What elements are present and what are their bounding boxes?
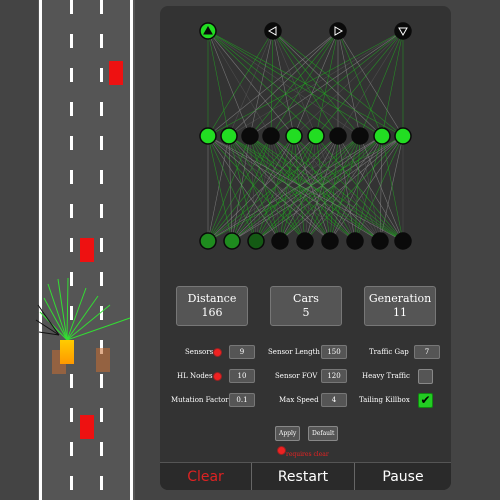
hidden-node — [329, 127, 347, 145]
hidden-node — [199, 127, 217, 145]
hidden-node — [241, 127, 259, 145]
network-connection — [207, 30, 383, 137]
network-connection — [293, 30, 404, 137]
bottom-toolbar: Clear Restart Pause — [160, 462, 451, 490]
distance-label: Distance — [187, 292, 237, 305]
traffic-gap-input[interactable]: 7 — [414, 345, 440, 359]
mutation-factor-input[interactable]: 0.1 — [229, 393, 255, 407]
network-connection — [315, 30, 339, 137]
sensors-input[interactable]: 9 — [229, 345, 255, 359]
tailing-killbox-label: Tailing Killbox — [359, 396, 410, 404]
hidden-node — [307, 127, 325, 145]
network-connection — [337, 30, 383, 137]
hl-nodes-label: HL Nodes — [177, 372, 213, 380]
hidden-node — [373, 127, 391, 145]
sensors-label: Sensors — [185, 348, 214, 356]
cars-stat: Cars 5 — [270, 286, 342, 326]
network-connection — [381, 30, 404, 137]
output-node — [329, 22, 347, 40]
restart-button[interactable]: Restart — [252, 463, 354, 490]
sensor-fov-input[interactable]: 120 — [321, 369, 347, 383]
sensor-ray — [66, 317, 131, 341]
mutation-factor-label: Mutation Factor — [171, 396, 229, 404]
network-connection — [279, 135, 404, 242]
generation-label: Generation — [368, 292, 432, 305]
ghost-car — [96, 348, 110, 372]
requires-clear-indicator — [213, 372, 222, 381]
output-node — [394, 22, 412, 40]
neural-network-visualization — [199, 22, 412, 250]
input-node — [321, 232, 339, 250]
network-connection — [354, 135, 404, 242]
network-connection — [293, 30, 339, 137]
requires-clear-note: requires clear — [286, 451, 329, 458]
hidden-node — [394, 127, 412, 145]
input-node — [346, 232, 364, 250]
heavy-traffic-checkbox[interactable] — [418, 369, 433, 384]
network-connection — [315, 135, 356, 242]
network-connection — [207, 30, 317, 137]
network-connection — [207, 135, 257, 242]
input-node — [371, 232, 389, 250]
network-connection — [207, 30, 251, 137]
network-connection — [337, 135, 356, 242]
network-connection — [207, 30, 295, 137]
input-node — [296, 232, 314, 250]
traffic-gap-label: Traffic Gap — [369, 348, 409, 356]
network-connection — [207, 30, 230, 137]
network-connection — [272, 30, 383, 137]
input-node — [394, 232, 412, 250]
input-node — [223, 232, 241, 250]
distance-stat: Distance 166 — [176, 286, 248, 326]
hidden-node — [285, 127, 303, 145]
cars-value: 5 — [302, 306, 310, 319]
pause-button[interactable]: Pause — [355, 463, 451, 490]
max-speed-input[interactable]: 4 — [321, 393, 347, 407]
traffic-car — [80, 238, 94, 262]
clear-button[interactable]: Clear — [160, 463, 251, 490]
tailing-killbox-checkbox[interactable]: ✔ — [418, 393, 433, 408]
input-node — [271, 232, 289, 250]
cars-label: Cars — [293, 292, 319, 305]
default-button[interactable]: Default — [308, 426, 339, 441]
traffic-car — [109, 61, 123, 85]
requires-clear-indicator — [213, 348, 222, 357]
sensor-ray — [66, 277, 69, 341]
sensor-length-label: Sensor Length — [268, 348, 320, 356]
traffic-car — [80, 415, 94, 439]
input-node — [199, 232, 217, 250]
sensor-ray — [47, 283, 68, 341]
hidden-node — [262, 127, 280, 145]
requires-clear-indicator — [277, 446, 286, 455]
sensor-fov-label: Sensor FOV — [275, 372, 318, 380]
generation-value: 11 — [393, 306, 407, 319]
network-connection — [207, 135, 233, 242]
sensor-length-input[interactable]: 150 — [321, 345, 347, 359]
heavy-traffic-label: Heavy Traffic — [362, 372, 410, 380]
generation-stat: Generation 11 — [364, 286, 436, 326]
network-connection — [359, 30, 404, 137]
apply-button[interactable]: Apply — [275, 426, 301, 441]
hl-nodes-input[interactable]: 10 — [229, 369, 255, 383]
max-speed-label: Max Speed — [279, 396, 319, 404]
network-connection — [315, 30, 404, 137]
control-panel: Distance 166 Cars 5 Generation 11 Sensor… — [160, 6, 451, 490]
input-node — [247, 232, 265, 250]
distance-value: 166 — [201, 306, 223, 319]
output-node — [264, 22, 282, 40]
network-connection — [337, 30, 361, 137]
network-connection — [272, 30, 361, 137]
checkmark-icon: ✔ — [420, 393, 431, 407]
hidden-node — [220, 127, 238, 145]
network-connection — [249, 135, 356, 242]
ai-car — [60, 340, 74, 364]
hidden-node — [351, 127, 369, 145]
